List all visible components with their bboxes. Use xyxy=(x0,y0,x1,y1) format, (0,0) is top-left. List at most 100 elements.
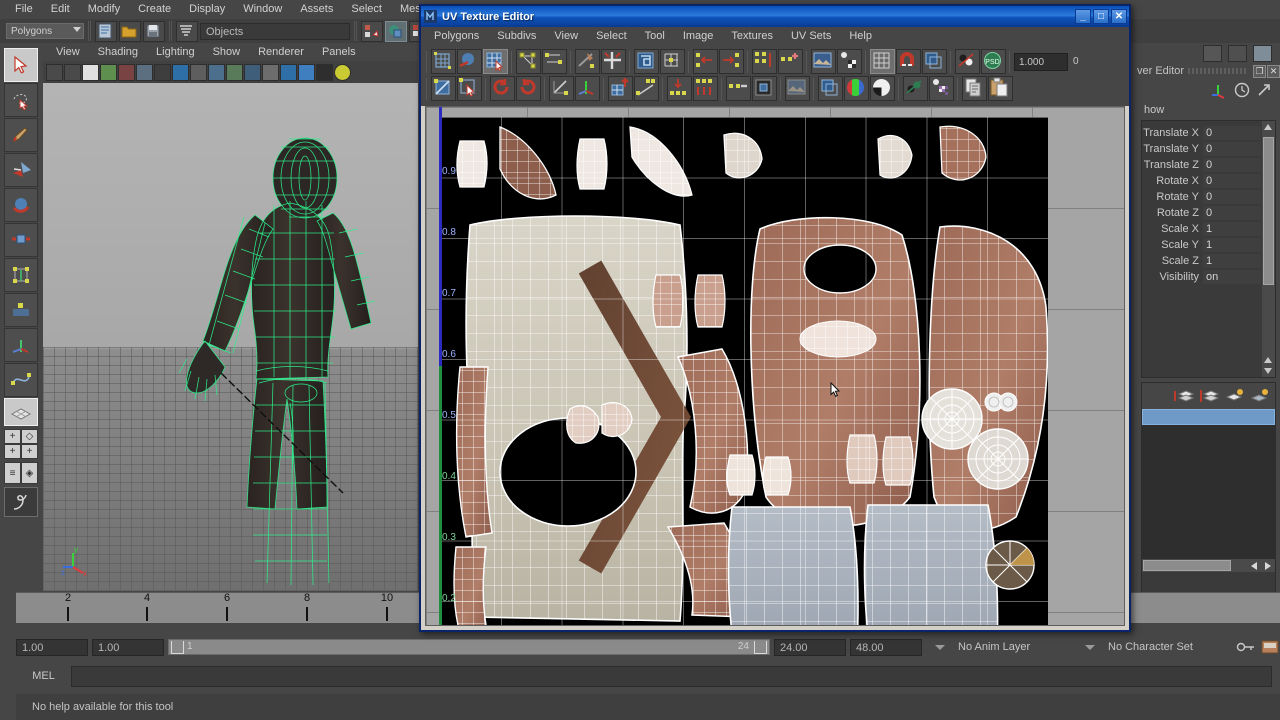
uv-normalize-icon[interactable] xyxy=(549,76,574,101)
uv-select-shell-icon[interactable] xyxy=(457,76,482,101)
history-clock-icon[interactable] xyxy=(1234,82,1250,98)
image-plane-icon[interactable] xyxy=(100,64,117,81)
character-model-wireframe[interactable] xyxy=(43,83,418,591)
drag-handle[interactable] xyxy=(1188,68,1248,74)
playback-start-field[interactable]: 24.00 xyxy=(774,639,846,656)
light-toggle-icon[interactable] xyxy=(334,64,351,81)
scroll-up-arrow-icon-2[interactable] xyxy=(1264,357,1272,363)
shadows-icon[interactable] xyxy=(208,64,225,81)
layer-horizontal-scrollbar[interactable] xyxy=(1142,559,1275,572)
uv-sew-uv-edges-icon[interactable] xyxy=(601,49,626,74)
uv-add-shell-icon[interactable] xyxy=(778,49,803,74)
last-tool-used-button[interactable] xyxy=(4,363,38,397)
uv-psd-export-icon[interactable]: PSD xyxy=(981,49,1006,74)
selection-mode-dropdown[interactable]: Polygons xyxy=(6,23,84,39)
channel-value[interactable]: 0 xyxy=(1203,174,1261,188)
universal-manipulator-button[interactable] xyxy=(4,258,38,292)
new-layer-icon[interactable] xyxy=(1174,387,1194,405)
viewport-menu-view[interactable]: View xyxy=(47,43,89,61)
paint-select-tool-button[interactable] xyxy=(4,118,38,152)
channel-row[interactable]: Translate X 0 xyxy=(1142,125,1261,141)
uv-numeric-field[interactable]: 1.000 xyxy=(1014,53,1068,71)
new-light-layer-selected-icon[interactable] xyxy=(1249,387,1269,405)
channel-row[interactable]: Visibility on xyxy=(1142,269,1261,285)
uv-menu-uv-sets[interactable]: UV Sets xyxy=(782,27,840,46)
menu-assets[interactable]: Assets xyxy=(291,0,342,19)
select-by-hierarchy-button[interactable] xyxy=(361,21,383,42)
bookmarks-icon[interactable] xyxy=(82,64,99,81)
uv-texture-editor-window[interactable]: UV Texture Editor _ □ ✕ Polygons Subdivs… xyxy=(419,4,1131,632)
range-slider[interactable]: 1 24 xyxy=(168,639,770,655)
scrollbar-thumb[interactable] xyxy=(1143,560,1231,571)
isolate-select-icon[interactable] xyxy=(262,64,279,81)
object-name-field[interactable]: Objects xyxy=(200,23,350,40)
uv-shells[interactable] xyxy=(440,117,1048,626)
maximize-button[interactable]: □ xyxy=(1093,9,1109,24)
viewport-scene[interactable]: y z x xyxy=(43,83,418,591)
uv-toggle-grid-icon[interactable] xyxy=(870,49,895,74)
menu-display[interactable]: Display xyxy=(180,0,234,19)
uv-menu-polygons[interactable]: Polygons xyxy=(425,27,488,46)
uv-smooth-move-icon[interactable] xyxy=(457,49,482,74)
uv-remove-shell-icon[interactable] xyxy=(726,76,751,101)
menu-select[interactable]: Select xyxy=(342,0,391,19)
uv-shell-filter-2-icon[interactable] xyxy=(903,76,928,101)
uv-rotate-ccw-icon[interactable] xyxy=(490,76,515,101)
uv-copy-uvs-icon[interactable] xyxy=(962,76,987,101)
tool-settings-icon[interactable] xyxy=(1228,45,1247,62)
uv-numeric-field-partial[interactable]: 0 xyxy=(1069,53,1081,71)
select-camera-icon[interactable] xyxy=(46,64,63,81)
uv-flip-v-icon[interactable] xyxy=(693,76,718,101)
uv-menu-help[interactable]: Help xyxy=(840,27,881,46)
uv-image-ratio-icon[interactable] xyxy=(818,76,843,101)
viewport-menu-renderer[interactable]: Renderer xyxy=(249,43,313,61)
anim-layer-menu-button[interactable] xyxy=(926,639,948,656)
uv-lattice-icon[interactable] xyxy=(431,49,456,74)
close-button[interactable]: ✕ xyxy=(1111,9,1127,24)
scale-tool-button[interactable] xyxy=(4,223,38,257)
selection-list-button[interactable] xyxy=(176,21,198,42)
new-light-layer-icon[interactable] xyxy=(1224,387,1244,405)
uv-uv-shell-filter-icon[interactable] xyxy=(955,49,980,74)
channel-value[interactable]: on xyxy=(1203,270,1261,284)
uv-menu-image[interactable]: Image xyxy=(674,27,723,46)
anim-end-time-field[interactable]: 1.00 xyxy=(92,639,164,656)
uv-flip-u-icon[interactable] xyxy=(752,49,777,74)
channel-row[interactable]: Translate Z 0 xyxy=(1142,157,1261,173)
uv-cut-uv-edges-icon[interactable] xyxy=(575,49,600,74)
layout-four-view-button[interactable]: + xyxy=(4,429,21,444)
uv-menu-tool[interactable]: Tool xyxy=(636,27,674,46)
smooth-mesh-icon[interactable] xyxy=(298,64,315,81)
channel-value[interactable]: 1 xyxy=(1203,254,1261,268)
checker-icon[interactable] xyxy=(316,64,333,81)
auto-key-icon[interactable] xyxy=(1236,640,1256,654)
paint-effects-button[interactable] xyxy=(4,487,38,517)
uv-display-checker-icon[interactable] xyxy=(837,49,862,74)
attribute-editor-icon[interactable] xyxy=(1203,45,1222,62)
layout-single-perspective-button[interactable] xyxy=(4,398,38,426)
channel-row[interactable]: Scale Y 1 xyxy=(1142,237,1261,253)
channel-value[interactable]: 0 xyxy=(1203,206,1261,220)
uv-texture-image-area[interactable] xyxy=(440,117,1048,626)
menu-window[interactable]: Window xyxy=(234,0,291,19)
layout-persp-outliner-button[interactable]: ◇ xyxy=(21,429,38,444)
channel-row[interactable]: Scale X 1 xyxy=(1142,221,1261,237)
layer-list[interactable] xyxy=(1142,409,1275,559)
hardware-texturing-icon[interactable] xyxy=(172,64,189,81)
channel-value[interactable]: 1 xyxy=(1203,222,1261,236)
channel-value[interactable]: 0 xyxy=(1203,190,1261,204)
scroll-down-arrow-icon[interactable] xyxy=(1264,368,1272,374)
camera-attributes-icon[interactable] xyxy=(64,64,81,81)
perspective-viewport-panel[interactable]: View Shading Lighting Show Renderer Pane… xyxy=(43,43,418,591)
uv-flip-shell-icon[interactable] xyxy=(431,76,456,101)
menu-file[interactable]: File xyxy=(6,0,42,19)
channel-value[interactable]: 1 xyxy=(1203,238,1261,252)
range-start-grip[interactable] xyxy=(171,641,184,654)
layout-hypergraph-button[interactable]: ≡ xyxy=(4,462,21,484)
command-language-label[interactable]: MEL xyxy=(16,670,71,682)
tab-show[interactable]: how xyxy=(1139,104,1169,116)
uv-window-title-bar[interactable]: UV Texture Editor _ □ ✕ xyxy=(421,6,1129,27)
uv-display-image-icon[interactable] xyxy=(811,49,836,74)
menu-create[interactable]: Create xyxy=(129,0,180,19)
channel-box[interactable]: Translate X 0 Translate Y 0 Translate Z … xyxy=(1141,120,1276,378)
